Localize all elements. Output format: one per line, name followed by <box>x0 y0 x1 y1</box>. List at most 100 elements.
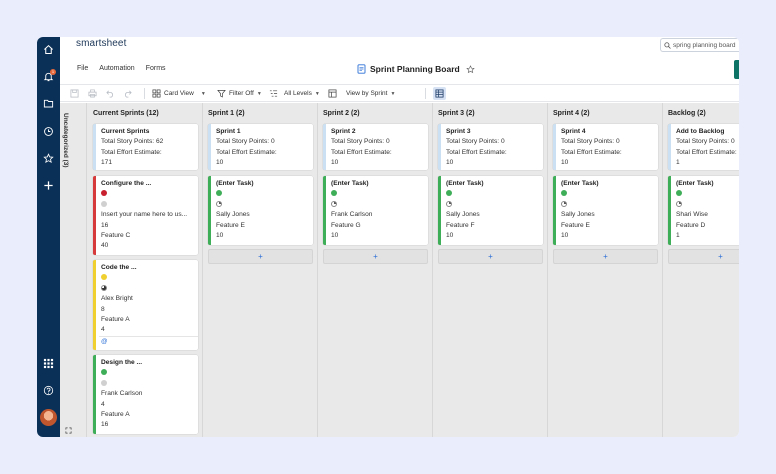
task-card[interactable]: (Enter Task) Sally Jones Feature E 10 <box>208 176 313 245</box>
page-title[interactable]: Sprint Planning Board <box>370 64 460 74</box>
status-row <box>561 189 658 199</box>
uncategorized-lane[interactable]: Uncategorized (3) <box>60 103 87 437</box>
card-title: Configure the ... <box>101 180 152 187</box>
share-button[interactable] <box>734 60 739 79</box>
add-card-button[interactable]: + <box>323 249 428 264</box>
story-points-total: Total Story Points: 0 <box>331 138 390 146</box>
add-card-button[interactable]: + <box>438 249 543 264</box>
card-title: Current Sprints <box>101 128 150 135</box>
effort-estimate-label: Total Effort Estimate: <box>446 148 507 156</box>
status-row <box>101 368 198 378</box>
smartsheet-logo[interactable]: smartsheet <box>76 38 126 49</box>
card-title: (Enter Task) <box>446 180 484 187</box>
effort-estimate-label: Total Effort Estimate: <box>101 148 162 156</box>
card-settings-button[interactable] <box>433 87 446 100</box>
lane-title[interactable]: Sprint 4 (2) <box>553 110 590 117</box>
lane-1: Sprint 1 (2) Sprint 1 Total Story Points: … <box>203 103 318 437</box>
status-row <box>216 189 313 199</box>
lane-0: Current Sprints (12) Current Sprints Total… <box>88 103 203 437</box>
help-icon[interactable] <box>37 380 60 400</box>
card-view-label: Card View <box>164 90 194 97</box>
apps-grid-icon[interactable] <box>37 353 60 373</box>
search-input[interactable]: spring planning board <box>660 38 739 52</box>
effort-estimate: 10 <box>446 232 454 240</box>
undo-icon[interactable] <box>106 89 115 98</box>
chevron-down-icon: ▼ <box>390 90 396 97</box>
card-title: Design the ... <box>101 359 143 366</box>
menu-forms[interactable]: Forms <box>146 65 166 72</box>
menu-file[interactable]: File <box>77 65 88 72</box>
redo-icon[interactable] <box>123 89 132 98</box>
lane-title[interactable]: Backlog (2) <box>668 110 706 117</box>
effort-estimate-value: 10 <box>216 159 224 167</box>
story-points-total: Total Story Points: 0 <box>561 138 620 146</box>
add-card-button[interactable]: + <box>553 249 658 264</box>
home-icon[interactable] <box>37 39 60 59</box>
lane-title[interactable]: Current Sprints (12) <box>93 110 159 117</box>
feature: Feature G <box>331 221 361 229</box>
assignee: Frank Carlson <box>331 211 373 219</box>
task-card[interactable]: (Enter Task) Sally Jones Feature E 10 <box>553 176 658 245</box>
task-card[interactable]: Code the ... Alex Bright 8 Feature A 4 @ <box>93 260 198 350</box>
status-dot-icon <box>561 190 567 197</box>
chevron-down-icon: ▼ <box>256 90 262 97</box>
print-icon[interactable] <box>88 89 97 98</box>
effort-estimate: 10 <box>216 232 224 240</box>
notifications-icon[interactable]: 1 <box>37 66 60 86</box>
task-card[interactable]: Configure the ... Insert your name here t… <box>93 176 198 255</box>
recents-clock-icon[interactable] <box>37 121 60 141</box>
lane-title[interactable]: Sprint 2 (2) <box>323 110 360 117</box>
status-row <box>331 189 428 199</box>
summary-card[interactable]: Sprint 2 Total Story Points: 0 Total Effor… <box>323 124 428 170</box>
chevron-down-icon: ▼ <box>314 90 320 97</box>
lane-title[interactable]: Sprint 1 (2) <box>208 110 245 117</box>
create-plus-icon[interactable] <box>37 175 60 195</box>
toolbar-divider <box>425 88 426 99</box>
task-card[interactable]: Design the ... Frank Carlson 4 Feature A 16 <box>93 355 198 434</box>
card-title: (Enter Task) <box>561 180 599 187</box>
toolbar-divider <box>144 88 145 99</box>
effort-estimate-label: Total Effort Estimate: <box>216 148 277 156</box>
lane-title[interactable]: Sprint 3 (2) <box>438 110 475 117</box>
user-avatar[interactable] <box>40 409 57 426</box>
view-by-dropdown[interactable]: View by Sprint ▼ <box>328 89 395 98</box>
levels-dropdown[interactable]: All Levels ▼ <box>269 89 320 98</box>
task-card[interactable]: (Enter Task) Shari Wise Feature D 1 <box>668 176 739 245</box>
card-title: Sprint 4 <box>561 128 586 135</box>
story-points-total: Total Story Points: 0 <box>446 138 505 146</box>
progress-three-quarter-icon <box>101 284 107 291</box>
search-icon <box>664 41 671 49</box>
story-points: 8 <box>101 305 105 313</box>
chevron-down-icon: ▼ <box>200 90 206 97</box>
progress-row <box>216 200 313 210</box>
filter-dropdown[interactable]: Filter Off ▼ <box>217 89 262 98</box>
favorite-star-icon[interactable] <box>465 64 475 74</box>
progress-row <box>446 200 543 210</box>
lane-3: Sprint 3 (2) Sprint 3 Total Story Points: … <box>433 103 548 437</box>
summary-card[interactable]: Sprint 4 Total Story Points: 0 Total Effor… <box>553 124 658 170</box>
add-card-button[interactable]: + <box>208 249 313 264</box>
card-board: Uncategorized (3) Current Sprints (12) Cu… <box>60 103 739 437</box>
folder-icon[interactable] <box>37 93 60 113</box>
card-title: Sprint 2 <box>331 128 356 135</box>
task-card[interactable]: (Enter Task) Frank Carlson Feature G 10 <box>323 176 428 245</box>
expand-icon[interactable] <box>65 427 72 434</box>
card-view-dropdown[interactable]: Card View ▼ <box>152 89 206 98</box>
summary-card[interactable]: Current Sprints Total Story Points: 62 Tot… <box>93 124 198 170</box>
save-icon[interactable] <box>70 89 79 98</box>
task-card[interactable]: (Enter Task) Sally Jones Feature F 10 <box>438 176 543 245</box>
add-card-button[interactable]: + <box>668 249 739 264</box>
card-title: Sprint 3 <box>446 128 471 135</box>
filter-icon <box>217 89 226 98</box>
story-points: 4 <box>101 400 105 408</box>
lane-5: Backlog (2) Add to Backlog Total Story Poi… <box>663 103 739 437</box>
summary-card[interactable]: Add to Backlog Total Story Points: 0 Total… <box>668 124 739 170</box>
progress-quarter-icon <box>446 200 452 207</box>
mention-icon[interactable]: @ <box>99 335 198 345</box>
favorites-star-icon[interactable] <box>37 148 60 168</box>
menu-automation[interactable]: Automation <box>99 65 134 72</box>
summary-card[interactable]: Sprint 3 Total Story Points: 0 Total Effor… <box>438 124 543 170</box>
summary-card[interactable]: Sprint 1 Total Story Points: 0 Total Effor… <box>208 124 313 170</box>
view-by-icon <box>328 89 337 98</box>
feature: Feature E <box>561 221 590 229</box>
